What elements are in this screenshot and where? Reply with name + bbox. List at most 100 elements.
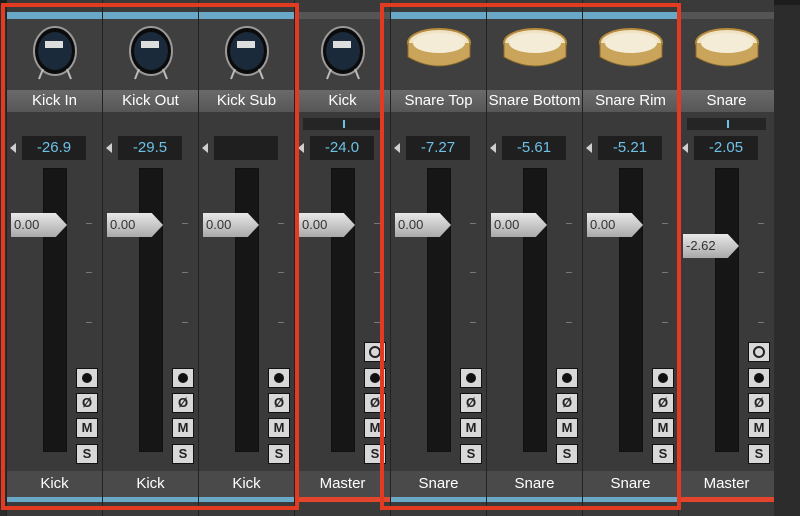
fader-scale-mark xyxy=(182,322,188,323)
track-name[interactable]: Kick In xyxy=(7,90,102,112)
volume-readout[interactable]: -5.61 xyxy=(502,136,566,160)
mute-button[interactable]: M xyxy=(364,418,386,438)
mute-button[interactable]: M xyxy=(268,418,290,438)
solo-button[interactable]: S xyxy=(76,444,98,464)
pan-indicator xyxy=(342,120,345,128)
fader-handle[interactable]: 0.00 xyxy=(491,213,547,237)
kick-drum-icon[interactable] xyxy=(7,19,102,90)
record-button[interactable] xyxy=(172,368,194,388)
mute-button[interactable]: M xyxy=(460,418,482,438)
kick-drum-icon[interactable] xyxy=(103,19,198,90)
phase-button[interactable]: Ø xyxy=(652,393,674,413)
phase-button[interactable]: Ø xyxy=(268,393,290,413)
volume-readout[interactable]: -26.9 xyxy=(22,136,86,160)
record-button[interactable] xyxy=(364,368,386,388)
kick-drum-icon[interactable] xyxy=(199,19,294,90)
solo-button[interactable]: S xyxy=(172,444,194,464)
track-name[interactable]: Snare Rim xyxy=(583,90,678,112)
input-button[interactable] xyxy=(748,342,770,362)
volume-menu-arrow-icon[interactable] xyxy=(586,143,592,153)
input-button[interactable] xyxy=(364,342,386,362)
fader-track[interactable] xyxy=(139,168,163,452)
record-button[interactable] xyxy=(556,368,578,388)
fader-track[interactable] xyxy=(427,168,451,452)
fader-track[interactable] xyxy=(331,168,355,452)
snare-drum-icon[interactable] xyxy=(487,19,582,90)
volume-readout[interactable]: -5.21 xyxy=(598,136,662,160)
volume-menu-arrow-icon[interactable] xyxy=(202,143,208,153)
phase-button[interactable]: Ø xyxy=(556,393,578,413)
mute-button[interactable]: M xyxy=(652,418,674,438)
track-name[interactable]: Kick xyxy=(295,90,390,112)
volume-readout[interactable] xyxy=(214,136,278,160)
record-icon xyxy=(466,372,476,383)
fader-handle[interactable]: -2.62 xyxy=(683,234,739,258)
volume-menu-arrow-icon[interactable] xyxy=(298,143,304,153)
output-selector[interactable]: Kick xyxy=(7,471,102,497)
volume-menu-arrow-icon[interactable] xyxy=(106,143,112,153)
mute-label: M xyxy=(369,420,381,435)
fader-handle[interactable]: 0.00 xyxy=(299,213,355,237)
fader-track[interactable] xyxy=(235,168,259,452)
phase-button[interactable]: Ø xyxy=(460,393,482,413)
track-name[interactable]: Kick Out xyxy=(103,90,198,112)
volume-menu-arrow-icon[interactable] xyxy=(682,143,688,153)
pan-slider[interactable] xyxy=(687,118,766,130)
record-button[interactable] xyxy=(76,368,98,388)
snare-drum-icon[interactable] xyxy=(583,19,678,90)
record-button[interactable] xyxy=(268,368,290,388)
solo-label: S xyxy=(370,446,380,461)
kick-drum-icon[interactable] xyxy=(295,19,390,90)
output-selector[interactable]: Master xyxy=(295,471,390,497)
volume-readout[interactable]: -29.5 xyxy=(118,136,182,160)
record-icon xyxy=(754,372,764,383)
fader-track[interactable] xyxy=(43,168,67,452)
solo-button[interactable]: S xyxy=(364,444,386,464)
mute-button[interactable]: M xyxy=(556,418,578,438)
phase-button[interactable]: Ø xyxy=(76,393,98,413)
phase-button[interactable]: Ø xyxy=(748,393,770,413)
volume-menu-arrow-icon[interactable] xyxy=(394,143,400,153)
track-name[interactable]: Kick Sub xyxy=(199,90,294,112)
solo-button[interactable]: S xyxy=(748,444,770,464)
fader-track[interactable] xyxy=(619,168,643,452)
volume-readout[interactable]: -7.27 xyxy=(406,136,470,160)
mute-button[interactable]: M xyxy=(172,418,194,438)
output-selector[interactable]: Master xyxy=(679,471,774,497)
track-name[interactable]: Snare xyxy=(679,90,774,112)
mute-button[interactable]: M xyxy=(76,418,98,438)
solo-button[interactable]: S xyxy=(268,444,290,464)
pan-slider[interactable] xyxy=(303,118,382,130)
fader-handle[interactable]: 0.00 xyxy=(587,213,643,237)
fader-handle[interactable]: 0.00 xyxy=(107,213,163,237)
record-button[interactable] xyxy=(748,368,770,388)
mute-button[interactable]: M xyxy=(748,418,770,438)
solo-button[interactable]: S xyxy=(460,444,482,464)
fader-handle[interactable]: 0.00 xyxy=(395,213,451,237)
volume-readout[interactable]: -24.0 xyxy=(310,136,374,160)
input-monitor-icon xyxy=(369,345,381,358)
phase-button[interactable]: Ø xyxy=(172,393,194,413)
output-selector[interactable]: Snare xyxy=(391,471,486,497)
phase-button[interactable]: Ø xyxy=(364,393,386,413)
volume-readout[interactable]: -2.05 xyxy=(694,136,758,160)
output-selector[interactable]: Kick xyxy=(199,471,294,497)
volume-menu-arrow-icon[interactable] xyxy=(10,143,16,153)
record-button[interactable] xyxy=(652,368,674,388)
fader-handle[interactable]: 0.00 xyxy=(203,213,259,237)
fader-scale-mark xyxy=(86,272,92,273)
output-selector[interactable]: Kick xyxy=(103,471,198,497)
record-button[interactable] xyxy=(460,368,482,388)
snare-drum-icon[interactable] xyxy=(391,19,486,90)
fader-handle[interactable]: 0.00 xyxy=(11,213,67,237)
snare-drum-icon[interactable] xyxy=(679,19,774,90)
output-selector[interactable]: Snare xyxy=(487,471,582,497)
output-selector[interactable]: Snare xyxy=(583,471,678,497)
track-name[interactable]: Snare Bottom xyxy=(487,90,582,112)
track-name[interactable]: Snare Top xyxy=(391,90,486,112)
solo-button[interactable]: S xyxy=(652,444,674,464)
solo-button[interactable]: S xyxy=(556,444,578,464)
volume-menu-arrow-icon[interactable] xyxy=(490,143,496,153)
fader-track[interactable] xyxy=(523,168,547,452)
fader-track[interactable] xyxy=(715,168,739,452)
